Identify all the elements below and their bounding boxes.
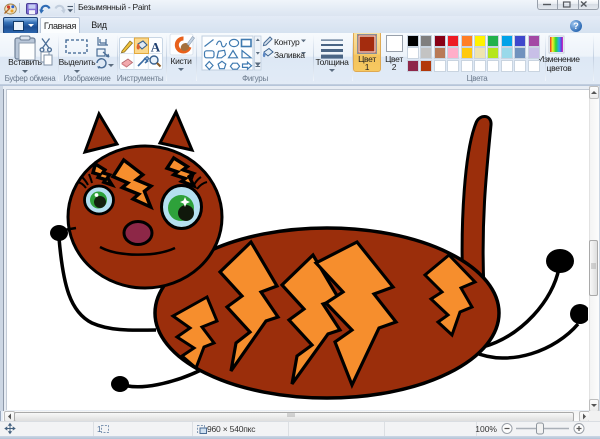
svg-text:A: A [151, 40, 161, 55]
